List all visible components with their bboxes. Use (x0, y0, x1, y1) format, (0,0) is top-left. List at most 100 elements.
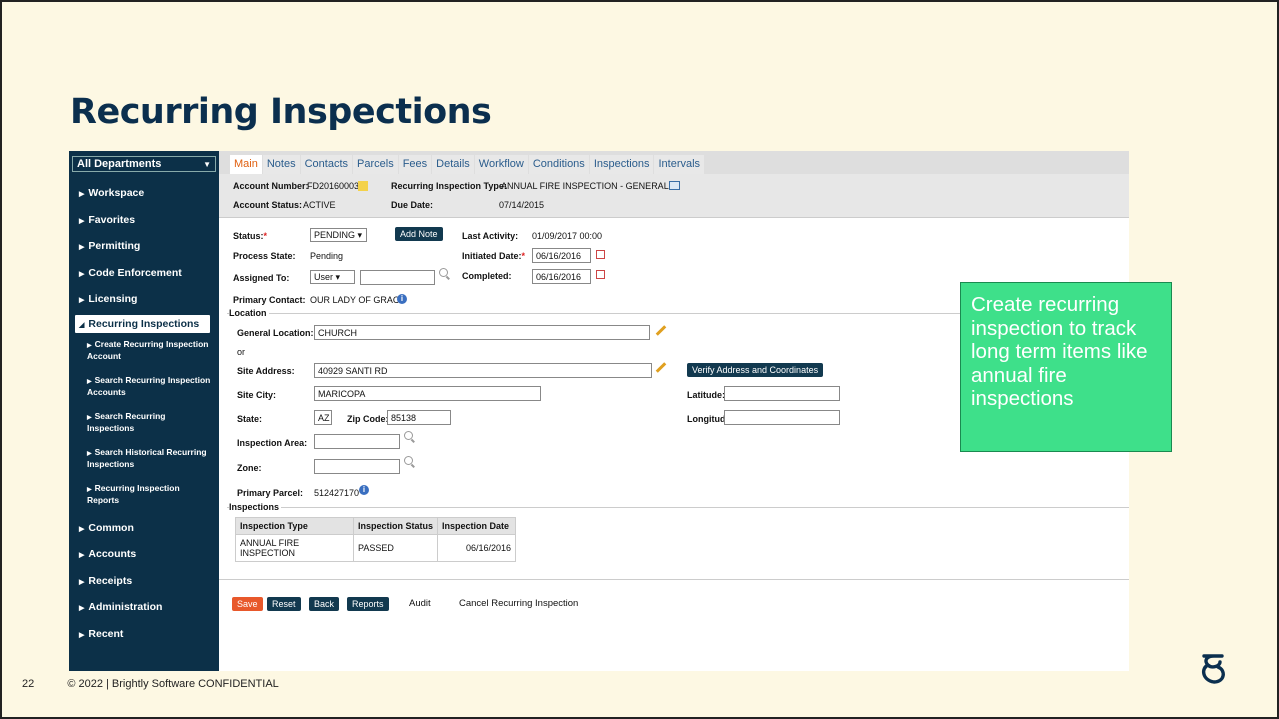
save-button[interactable]: Save (232, 597, 263, 611)
account-number-label: Account Number: (233, 181, 309, 191)
zone-input[interactable] (314, 459, 400, 474)
tab-inspections[interactable]: Inspections (589, 155, 654, 174)
calendar-icon[interactable] (596, 270, 605, 279)
edit-icon[interactable] (669, 181, 680, 190)
status-select[interactable]: PENDING ▾ (310, 228, 367, 242)
site-city-label: Site City: (237, 390, 277, 400)
sidebar-subitem-reports[interactable]: ▶ Recurring Inspection Reports (69, 479, 219, 515)
sticky-note-icon[interactable] (358, 181, 368, 191)
sidebar-item-receipts[interactable]: ▶ Receipts (69, 568, 219, 595)
pencil-icon[interactable] (655, 362, 667, 373)
sidebar-item-label: Recent (88, 627, 124, 640)
chevron-right-icon: ▶ (87, 342, 92, 349)
tab-fees[interactable]: Fees (398, 155, 432, 174)
column-header[interactable]: Inspection Status (352, 517, 439, 535)
reset-button[interactable]: Reset (267, 597, 301, 611)
chevron-right-icon: ▶ (79, 191, 85, 198)
inspection-area-input[interactable] (314, 434, 400, 449)
sidebar-subitem-search-accounts[interactable]: ▶ Search Recurring Inspection Accounts (69, 371, 219, 407)
table-cell: 06/16/2016 (437, 534, 517, 562)
assigned-to-input[interactable] (360, 270, 435, 285)
tab-details[interactable]: Details (432, 155, 474, 174)
primary-contact-label: Primary Contact: (233, 295, 306, 305)
search-icon[interactable] (439, 268, 448, 277)
sidebar-item-label: Licensing (88, 293, 138, 305)
tab-workflow[interactable]: Workflow (474, 155, 528, 174)
pencil-icon[interactable] (655, 325, 667, 336)
calendar-icon[interactable] (596, 250, 605, 259)
chevron-right-icon: ▶ (79, 244, 85, 251)
search-icon[interactable] (404, 431, 413, 440)
info-icon[interactable]: i (359, 485, 369, 495)
primary-parcel[interactable]: 512427170 (314, 488, 359, 498)
state-input[interactable]: AZ (314, 410, 332, 425)
sidebar-item-recurring-inspections[interactable]: ◢ Recurring Inspections (75, 314, 210, 333)
chevron-right-icon: ▶ (79, 552, 85, 559)
longitude-input[interactable] (724, 410, 840, 425)
chevron-right-icon: ▶ (79, 578, 85, 586)
add-note-button[interactable]: Add Note (395, 227, 443, 241)
tab-conditions[interactable]: Conditions (528, 155, 589, 174)
latitude-input[interactable] (724, 386, 840, 401)
assigned-to-label: Assigned To: (233, 273, 290, 283)
department-select[interactable]: All Departments ▼ (72, 156, 216, 172)
sidebar-item-label: Recurring Inspections (88, 317, 200, 330)
tab-intervals[interactable]: Intervals (654, 155, 705, 174)
info-icon[interactable]: i (397, 294, 407, 304)
chevron-right-icon: ▶ (79, 605, 85, 612)
inspections-divider (227, 507, 1129, 508)
sidebar-item-administration[interactable]: ▶ Administration (69, 594, 219, 621)
account-header: Account Number: FD20160003 Recurring Ins… (219, 174, 1129, 218)
chevron-right-icon: ▶ (79, 631, 85, 639)
tab-main[interactable]: Main (230, 155, 262, 174)
table-row[interactable]: ANNUAL FIRE INSPECTION PASSED 06/16/2016 (235, 534, 517, 562)
sidebar-item-label: Accounts (88, 548, 137, 560)
column-header[interactable]: Inspection Date (437, 517, 517, 535)
sidebar-item-label: Receipts (88, 574, 133, 587)
sidebar-item-label: Administration (88, 601, 163, 613)
sidebar-item-code-enforcement[interactable]: ▶ Code Enforcement (69, 260, 219, 287)
sidebar-item-licensing[interactable]: ▶ Licensing (69, 286, 219, 313)
sidebar-subitem-search-inspections[interactable]: ▶ Search Recurring Inspections (69, 407, 219, 443)
sidebar-item-label: Search Recurring Inspections (87, 410, 166, 433)
sidebar-subitem-search-historical[interactable]: ▶ Search Historical Recurring Inspections (69, 443, 219, 479)
primary-contact[interactable]: OUR LADY OF GRACE (310, 295, 405, 305)
sidebar-item-permitting[interactable]: ▶ Permitting (69, 233, 219, 260)
column-header[interactable]: Inspection Type (235, 517, 354, 535)
reports-button[interactable]: Reports (347, 597, 389, 611)
sidebar-item-workspace[interactable]: ▶ Workspace (69, 180, 219, 207)
sidebar-subitem-create-account[interactable]: ▶ Create Recurring Inspection Account (69, 335, 219, 371)
primary-parcel-label: Primary Parcel: (237, 488, 304, 498)
general-location-label: General Location: (237, 328, 314, 338)
back-button[interactable]: Back (309, 597, 340, 611)
cancel-recurring-inspection-link[interactable]: Cancel Recurring Inspection (459, 598, 578, 609)
inspection-area-label: Inspection Area: (237, 438, 308, 448)
due-date: 07/14/2015 (499, 200, 545, 210)
search-icon[interactable] (404, 456, 413, 465)
completed-date-input[interactable]: 06/16/2016 (532, 269, 591, 284)
sidebar-item-recent[interactable]: ▶ Recent (69, 621, 219, 648)
assigned-type-select[interactable]: User ▾ (310, 270, 355, 284)
site-city-input[interactable]: MARICOPA (314, 386, 541, 401)
sidebar-item-label: Recurring Inspection Reports (87, 482, 180, 505)
site-address-input[interactable]: 40929 SANTI RD (314, 363, 652, 378)
callout-box: Create recurring inspection to track lon… (960, 282, 1172, 452)
initiated-date-input[interactable]: 06/16/2016 (532, 248, 591, 263)
tab-contacts[interactable]: Contacts (300, 155, 353, 174)
sidebar-item-favorites[interactable]: ▶ Favorites (69, 207, 219, 234)
inspections-table: Inspection Type Inspection Status Inspec… (235, 517, 517, 562)
account-number: FD20160003 (307, 181, 360, 191)
general-location-input[interactable]: CHURCH (314, 325, 650, 340)
tab-parcels[interactable]: Parcels (353, 155, 398, 174)
table-cell[interactable]: ANNUAL FIRE INSPECTION (235, 534, 354, 562)
chevron-down-icon: ▼ (203, 159, 211, 169)
chevron-right-icon: ▶ (79, 270, 85, 278)
verify-address-button[interactable]: Verify Address and Coordinates (687, 363, 824, 377)
tab-notes[interactable]: Notes (262, 155, 300, 174)
audit-link[interactable]: Audit (409, 598, 431, 609)
sidebar-item-label: Favorites (88, 213, 136, 226)
zip-code-input[interactable]: 85138 (387, 410, 451, 425)
zone-label: Zone: (237, 463, 262, 473)
sidebar-item-accounts[interactable]: ▶ Accounts (69, 541, 219, 568)
sidebar-item-common[interactable]: ▶ Common (69, 515, 219, 542)
